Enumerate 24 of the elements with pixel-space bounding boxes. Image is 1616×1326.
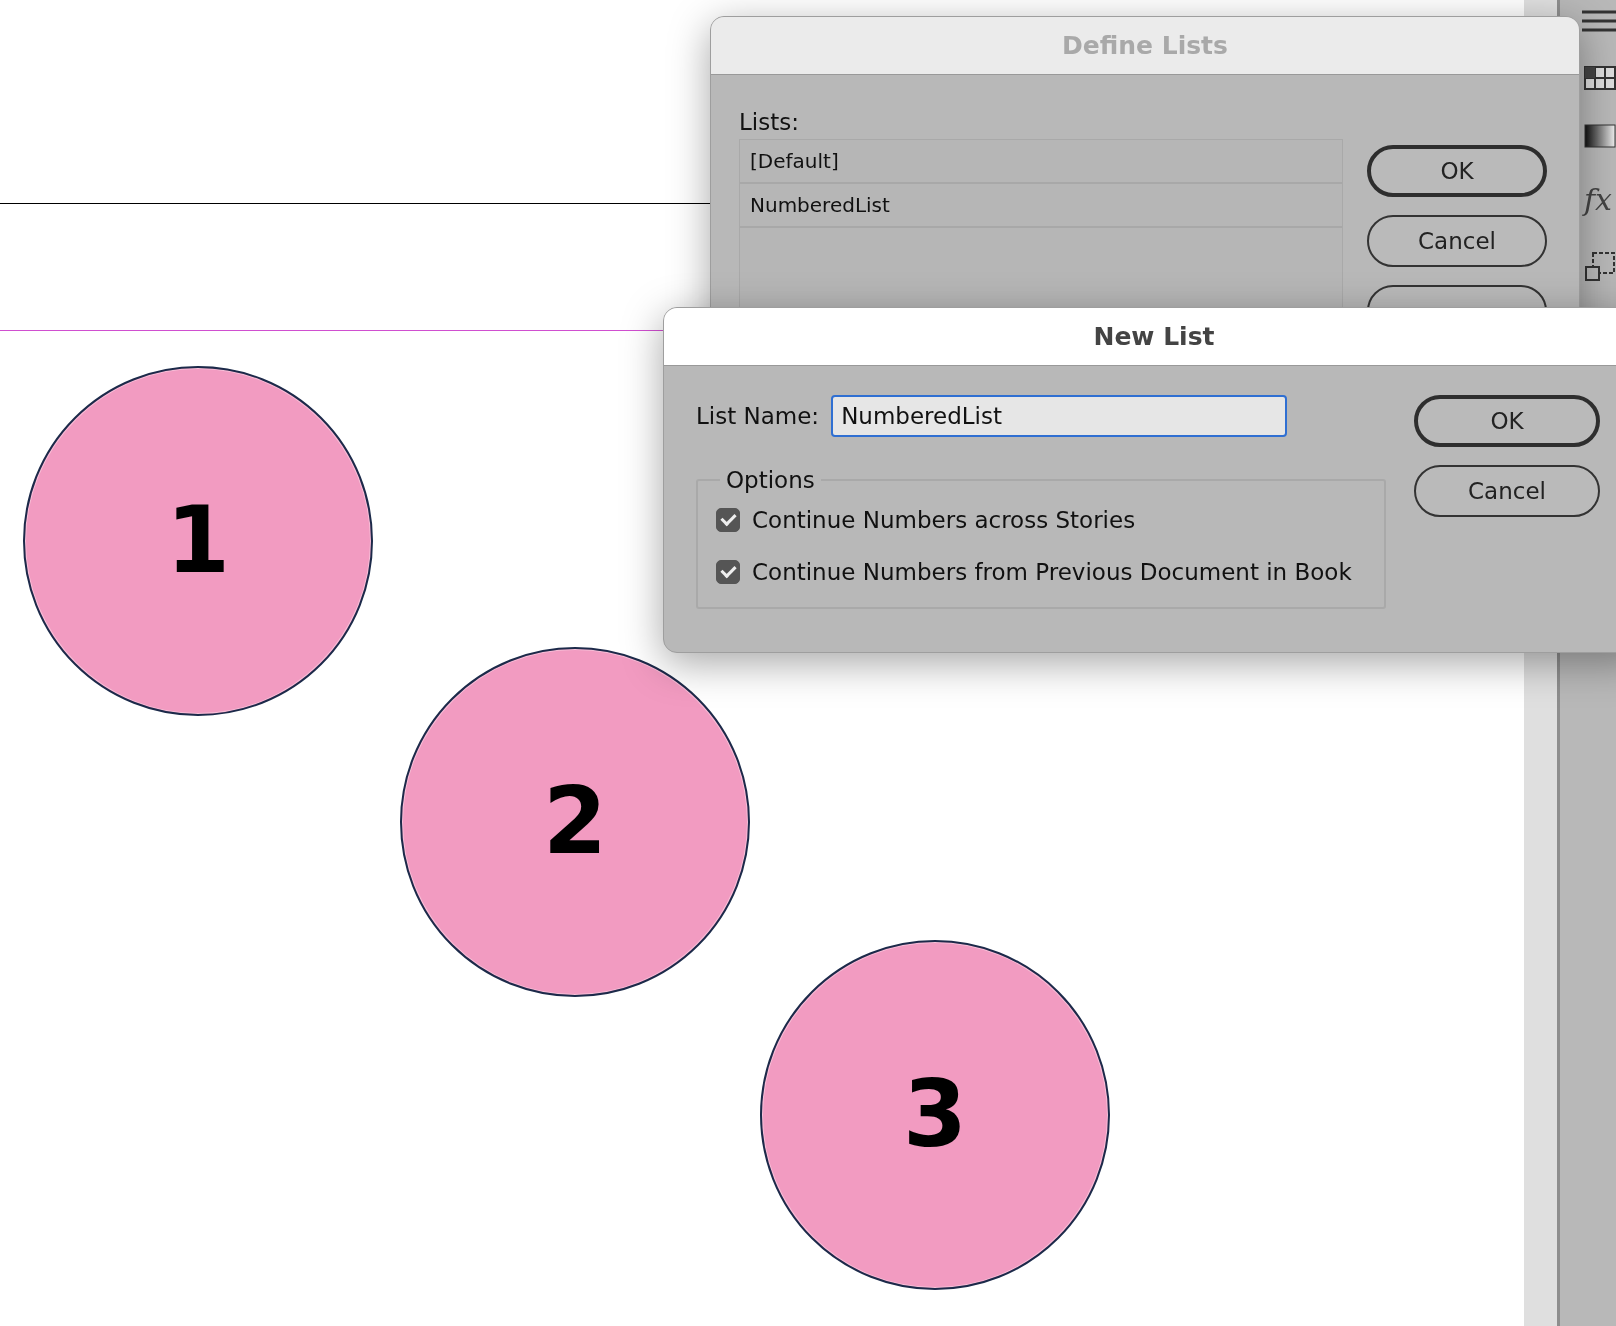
list-item[interactable]: [Default] (740, 140, 1342, 184)
list-name-field[interactable]: NumberedList (831, 395, 1288, 437)
ok-button[interactable]: OK (1367, 145, 1547, 197)
effects-label[interactable]: fx (1583, 182, 1612, 217)
ok-button[interactable]: OK (1414, 395, 1600, 447)
lists-label: Lists: (739, 109, 800, 135)
option-label: Continue Numbers across Stories (752, 507, 1136, 533)
cancel-button[interactable]: Cancel (1414, 465, 1600, 517)
options-label: Options (725, 467, 816, 493)
gradient-icon[interactable] (1584, 124, 1616, 148)
cancel-button[interactable]: Cancel (1367, 215, 1547, 267)
option-label: Continue Numbers from Previous Document in Book (752, 559, 1352, 585)
dialog-title: New List (1093, 322, 1215, 351)
swatch-grid-icon[interactable] (1584, 66, 1616, 90)
list-item[interactable]: NumberedList (740, 184, 1342, 228)
circle-number: 2 (543, 776, 607, 868)
overlapping-squares-icon[interactable] (1584, 251, 1616, 283)
checkbox[interactable] (716, 560, 740, 584)
dialog-title: Define Lists (1062, 31, 1228, 60)
circle-number: 1 (166, 495, 230, 587)
list-name-label: List Name: (696, 403, 820, 429)
checkbox[interactable] (716, 508, 740, 532)
circle-number: 3 (903, 1069, 967, 1161)
menu-icon[interactable] (1582, 10, 1616, 32)
